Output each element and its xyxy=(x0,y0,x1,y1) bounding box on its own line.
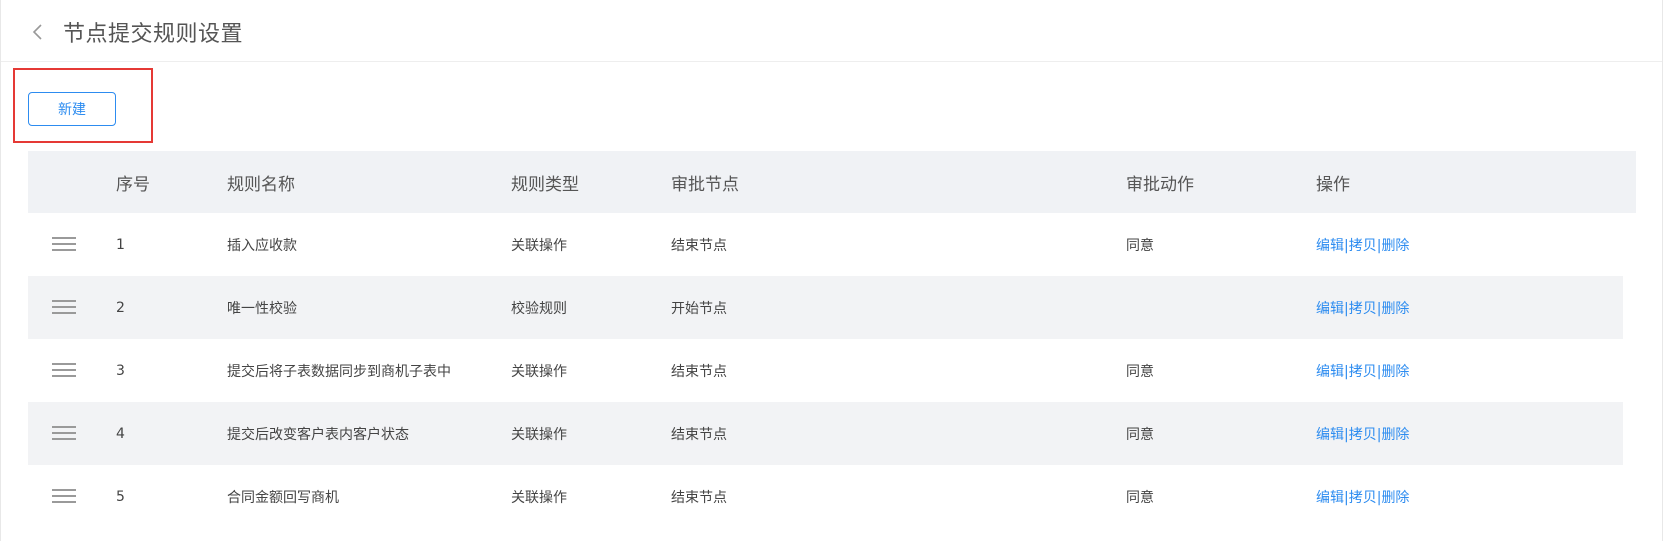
row-approval-action: 同意 xyxy=(1126,426,1154,443)
row-index: 2 xyxy=(116,299,125,316)
page: 节点提交规则设置 新建 序号 规则名称 规则类型 审批节点 审批动作 操作 1 … xyxy=(0,0,1663,541)
row-index: 4 xyxy=(116,425,125,442)
row-rule-type: 关联操作 xyxy=(511,237,567,254)
row-rule-name: 提交后改变客户表内客户状态 xyxy=(227,426,409,443)
row-rule-name: 唯一性校验 xyxy=(227,300,297,317)
row-approval-node: 结束节点 xyxy=(671,426,727,443)
row-approval-node: 结束节点 xyxy=(671,363,727,380)
table-row: 3 提交后将子表数据同步到商机子表中 关联操作 结束节点 同意 编辑|拷贝|删除 xyxy=(28,339,1636,402)
drag-handle-icon[interactable] xyxy=(52,488,76,505)
column-header-rule-name: 规则名称 xyxy=(227,174,295,195)
row-approval-node: 结束节点 xyxy=(671,489,727,506)
row-rule-type: 关联操作 xyxy=(511,489,567,506)
page-title: 节点提交规则设置 xyxy=(63,22,244,47)
edit-link[interactable]: 编辑 xyxy=(1316,238,1344,254)
row-index: 5 xyxy=(116,488,125,505)
new-button[interactable]: 新建 xyxy=(28,92,116,126)
column-header-rule-type: 规则类型 xyxy=(511,174,579,195)
row-approval-node: 结束节点 xyxy=(671,237,727,254)
copy-link[interactable]: 拷贝 xyxy=(1349,301,1377,317)
row-operations: 编辑|拷贝|删除 xyxy=(1316,424,1616,444)
row-rule-name: 提交后将子表数据同步到商机子表中 xyxy=(227,363,451,380)
delete-link[interactable]: 删除 xyxy=(1381,364,1409,380)
copy-link[interactable]: 拷贝 xyxy=(1349,238,1377,254)
edit-link[interactable]: 编辑 xyxy=(1316,427,1344,443)
table-header: 序号 规则名称 规则类型 审批节点 审批动作 操作 xyxy=(28,151,1636,213)
edit-link[interactable]: 编辑 xyxy=(1316,364,1344,380)
drag-handle-icon[interactable] xyxy=(52,236,76,253)
column-header-index: 序号 xyxy=(116,174,150,195)
copy-link[interactable]: 拷贝 xyxy=(1349,427,1377,443)
row-operations: 编辑|拷贝|删除 xyxy=(1316,298,1616,318)
delete-link[interactable]: 删除 xyxy=(1381,427,1409,443)
drag-handle-icon[interactable] xyxy=(52,425,76,442)
column-header-approval-node: 审批节点 xyxy=(671,174,739,195)
row-index: 1 xyxy=(116,236,125,253)
row-approval-action: 同意 xyxy=(1126,363,1154,380)
row-rule-type: 关联操作 xyxy=(511,363,567,380)
row-rule-name: 插入应收款 xyxy=(227,237,297,254)
row-operations: 编辑|拷贝|删除 xyxy=(1316,235,1616,255)
copy-link[interactable]: 拷贝 xyxy=(1349,364,1377,380)
copy-link[interactable]: 拷贝 xyxy=(1349,490,1377,506)
edit-link[interactable]: 编辑 xyxy=(1316,301,1344,317)
delete-link[interactable]: 删除 xyxy=(1381,490,1409,506)
column-header-operations: 操作 xyxy=(1316,174,1350,195)
row-index: 3 xyxy=(116,362,125,379)
row-approval-node: 开始节点 xyxy=(671,300,727,317)
row-operations: 编辑|拷贝|删除 xyxy=(1316,487,1616,507)
delete-link[interactable]: 删除 xyxy=(1381,238,1409,254)
top-bar: 节点提交规则设置 xyxy=(1,0,1662,62)
rules-table: 序号 规则名称 规则类型 审批节点 审批动作 操作 1 插入应收款 关联操作 结… xyxy=(28,151,1636,528)
row-approval-action: 同意 xyxy=(1126,237,1154,254)
table-row: 4 提交后改变客户表内客户状态 关联操作 结束节点 同意 编辑|拷贝|删除 xyxy=(28,402,1623,465)
row-approval-action: 同意 xyxy=(1126,489,1154,506)
row-rule-name: 合同金额回写商机 xyxy=(227,489,339,506)
table-row: 1 插入应收款 关联操作 结束节点 同意 编辑|拷贝|删除 xyxy=(28,213,1636,276)
edit-link[interactable]: 编辑 xyxy=(1316,490,1344,506)
table-row: 2 唯一性校验 校验规则 开始节点 编辑|拷贝|删除 xyxy=(28,276,1623,339)
row-rule-type: 校验规则 xyxy=(511,300,567,317)
drag-handle-icon[interactable] xyxy=(52,362,76,379)
row-operations: 编辑|拷贝|删除 xyxy=(1316,361,1616,381)
table-row: 5 合同金额回写商机 关联操作 结束节点 同意 编辑|拷贝|删除 xyxy=(28,465,1636,528)
delete-link[interactable]: 删除 xyxy=(1381,301,1409,317)
column-header-approval-action: 审批动作 xyxy=(1126,174,1194,195)
row-rule-type: 关联操作 xyxy=(511,426,567,443)
drag-handle-icon[interactable] xyxy=(52,299,76,316)
chevron-left-icon[interactable] xyxy=(29,22,47,42)
